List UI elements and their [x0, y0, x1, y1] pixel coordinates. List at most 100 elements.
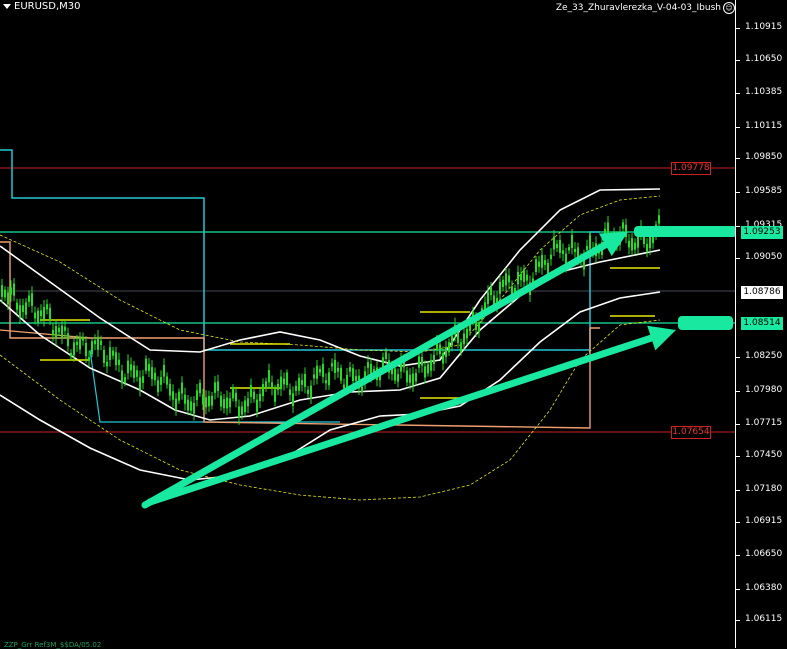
candle-body	[289, 389, 291, 395]
indicator-header: Ze_33_Zhuravlerezka_V-04-03_Ibush ☺	[556, 2, 735, 14]
resistance-level-label: 1.09778	[671, 162, 711, 175]
candle-body	[283, 378, 285, 385]
candle-body	[40, 310, 42, 316]
tick-mark	[736, 357, 740, 358]
candle-body	[367, 362, 369, 368]
lower-level-tag: 1.08514	[741, 317, 783, 330]
candle-body	[298, 377, 300, 391]
candle-body	[97, 336, 99, 350]
candle-body	[628, 240, 630, 248]
candle-body	[121, 370, 123, 384]
candle-body	[43, 306, 45, 320]
candle-body	[277, 383, 279, 391]
candle-body	[214, 382, 216, 393]
candle-body	[349, 367, 351, 372]
candle-body	[187, 399, 189, 411]
price-tick-label: 1.10650	[745, 54, 783, 64]
candle-body	[361, 386, 363, 392]
tick-mark	[736, 391, 740, 392]
candle-body	[427, 364, 429, 374]
candle-body	[235, 392, 237, 402]
candle-body	[460, 342, 462, 352]
candle-body	[7, 292, 9, 305]
upper-level-tag: 1.09253	[741, 226, 783, 239]
candle-body	[190, 401, 192, 411]
tick-mark	[736, 158, 740, 159]
tick-mark	[736, 60, 740, 61]
tick-mark	[736, 28, 740, 29]
candle-body	[280, 376, 282, 390]
candle-body	[199, 382, 201, 394]
candle-body	[241, 406, 243, 415]
tick-mark	[736, 258, 740, 259]
candle-body	[145, 358, 147, 371]
candle-body	[490, 287, 492, 296]
candle-body	[265, 381, 267, 389]
candle-body	[37, 310, 39, 324]
candle-body	[250, 385, 252, 397]
candle-body	[526, 274, 528, 281]
candle-body	[322, 363, 324, 377]
candle-body	[118, 359, 120, 366]
candle-body	[232, 387, 234, 399]
candle-body	[4, 289, 6, 298]
indicator-name: Ze_33_Zhuravlerezka_V-04-03_Ibush	[555, 3, 721, 13]
candle-body	[340, 367, 342, 381]
candle-body	[352, 368, 354, 382]
price-tick-label: 1.07450	[745, 450, 783, 460]
candle-body	[64, 326, 66, 331]
candle-body	[217, 381, 219, 391]
candle-body	[535, 259, 537, 273]
candle-body	[331, 363, 333, 367]
candle-body	[316, 365, 318, 379]
candle-body	[88, 357, 90, 361]
candle-body	[466, 328, 468, 339]
candle-body	[406, 370, 408, 383]
tick-mark	[736, 456, 740, 457]
candle-body	[538, 261, 540, 267]
candle-body	[154, 372, 156, 381]
symbol-header[interactable]: EURUSD,M30	[3, 1, 80, 12]
candle-body	[133, 365, 135, 378]
candle-body	[253, 391, 255, 400]
candle-body	[262, 383, 264, 397]
candle-body	[268, 370, 270, 383]
price-tick-label: 1.07180	[745, 484, 783, 494]
candle-body	[82, 337, 84, 341]
candle-body	[166, 376, 168, 385]
price-chart[interactable]	[0, 0, 735, 648]
price-tick-label: 1.06115	[745, 614, 783, 624]
tick-mark	[736, 589, 740, 590]
candle-body	[46, 304, 48, 310]
price-tick-label: 1.07715	[745, 418, 783, 428]
candle-body	[100, 340, 102, 345]
candle-body	[157, 380, 159, 393]
candle-body	[196, 390, 198, 401]
candle-body	[451, 335, 453, 346]
candle-body	[211, 395, 213, 406]
tick-mark	[736, 424, 740, 425]
candle-body	[544, 260, 546, 265]
chart-area[interactable]: EURUSD,M30 Ze_33_Zhuravlerezka_V-04-03_I…	[0, 0, 787, 649]
candle-body	[229, 398, 231, 408]
tick-mark	[736, 226, 740, 227]
current-price-tag: 1.08786	[741, 286, 783, 299]
candle-body	[508, 275, 510, 283]
candle-body	[418, 356, 420, 368]
candle-body	[31, 293, 33, 306]
tick-mark	[736, 620, 740, 621]
candle-body	[94, 340, 96, 345]
candle-body	[127, 360, 129, 374]
candle-body	[586, 245, 588, 250]
candle-body	[310, 385, 312, 399]
candle-body	[559, 239, 561, 253]
candle-body	[328, 372, 330, 386]
candle-body	[148, 363, 150, 372]
price-tick-label: 1.10385	[745, 87, 783, 97]
candle-body	[70, 352, 72, 357]
candle-body	[574, 248, 576, 253]
candle-body	[244, 400, 246, 413]
candle-body	[67, 333, 69, 347]
chevron-down-icon[interactable]	[3, 4, 11, 9]
candle-body	[334, 359, 336, 373]
